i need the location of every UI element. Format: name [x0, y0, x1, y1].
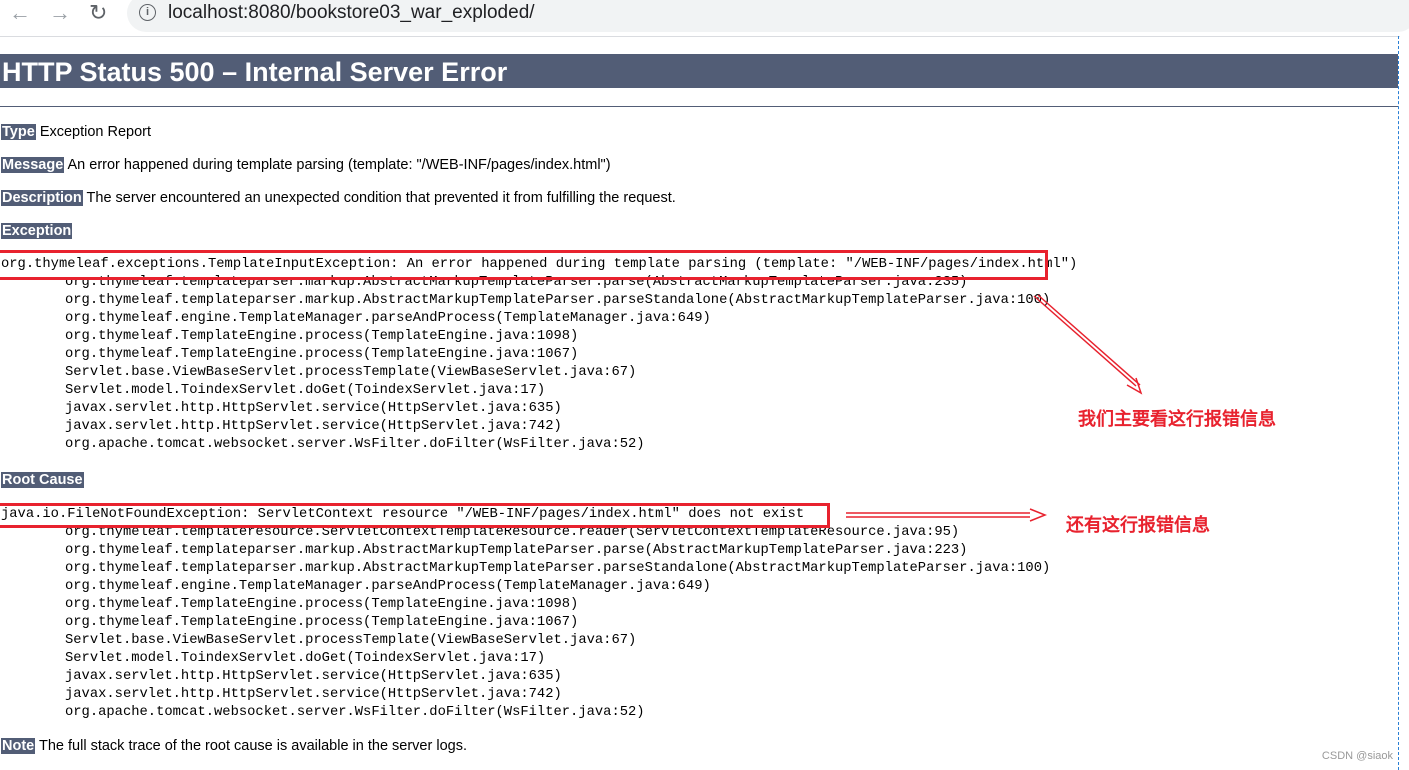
arrow-icon	[1033, 294, 1143, 395]
annotation-arrows	[846, 294, 1143, 522]
arrow-icon	[846, 508, 1048, 522]
watermark: CSDN @siaok	[1321, 750, 1393, 762]
annotation-note-2: 还有这行报错信息	[1066, 515, 1210, 536]
annotation-note-1: 我们主要看这行报错信息	[1078, 409, 1276, 430]
